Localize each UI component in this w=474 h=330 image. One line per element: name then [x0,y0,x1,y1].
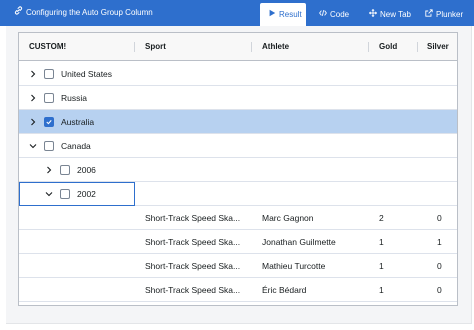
cell-sport: Short-Track Speed Ska... [145,285,241,295]
cell-athlete: Éric Bédard [262,285,307,295]
tab-plunker-label: Plunker [436,10,464,19]
chevron-right-icon[interactable] [45,166,53,174]
header-silver[interactable]: Silver [427,33,457,61]
tab-code[interactable]: Code [311,3,357,26]
link-icon [14,0,23,26]
group-label: Australia [61,117,95,127]
header-custom[interactable]: CUSTOM! [19,33,135,61]
row-checkbox[interactable] [60,189,70,199]
cell-silver: 1 [437,237,442,247]
chevron-right-icon[interactable] [29,118,37,126]
row-checkbox[interactable] [60,165,70,175]
group-row-australia[interactable]: Australia [19,110,457,134]
tab-result-label: Result [279,10,302,19]
row-checkbox[interactable] [44,93,54,103]
cell-athlete: Mathieu Turcotte [262,261,326,271]
chevron-right-icon[interactable] [29,70,37,78]
group-row-canada[interactable]: Canada [19,134,457,158]
group-label: Russia [61,93,87,103]
cell-sport: Short-Track Speed Ska... [145,213,241,223]
chevron-down-icon[interactable] [29,142,37,150]
header-athlete[interactable]: Athlete [252,33,369,61]
tab-new-tab[interactable]: New Tab [361,3,419,26]
table-row[interactable]: Short-Track Speed Ska... Éric Bédard 1 0 [19,278,457,302]
table-row[interactable]: Short-Track Speed Ska... Mathieu Turcott… [19,254,457,278]
external-link-icon [425,4,433,25]
group-label: 2002 [77,189,96,199]
code-icon [319,4,327,25]
grid-header: CUSTOM! Sport Athlete Gold Silver [19,33,457,61]
group-row-2006[interactable]: 2006 [19,158,457,182]
cell-gold: 1 [379,261,384,271]
cell-athlete: Jonathan Guilmette [262,237,336,247]
cell-gold: 1 [379,285,384,295]
cell-athlete: Marc Gagnon [262,213,314,223]
group-label: 2006 [77,165,96,175]
tab-code-label: Code [330,10,350,19]
group-label: Canada [61,141,91,151]
row-checkbox[interactable] [44,69,54,79]
row-checkbox-checked[interactable] [44,117,54,127]
header-sport[interactable]: Sport [135,33,252,61]
cell-silver: 0 [437,285,442,295]
play-icon [268,4,276,25]
chevron-right-icon[interactable] [29,94,37,102]
header-separator[interactable] [417,42,418,52]
chevron-down-icon[interactable] [45,190,53,198]
header-gold[interactable]: Gold [369,33,417,61]
cell-silver: 0 [437,261,442,271]
cell-sport: Short-Track Speed Ska... [145,261,241,271]
cell-sport: Short-Track Speed Ska... [145,237,241,247]
group-row-russia[interactable]: Russia [19,86,457,110]
move-icon [369,4,377,25]
cell-gold: 2 [379,213,384,223]
cell-gold: 1 [379,237,384,247]
row-checkbox[interactable] [44,141,54,151]
top-bar: Configuring the Auto Group Column Result… [0,0,474,26]
tab-new-tab-label: New Tab [380,10,411,19]
group-row-united-states[interactable]: United States [19,62,457,86]
tab-result[interactable]: Result [260,3,306,26]
example-title-text: Configuring the Auto Group Column [26,8,153,17]
data-grid: CUSTOM! Sport Athlete Gold Silver United… [18,32,458,306]
group-label: United States [61,69,113,79]
tab-plunker[interactable]: Plunker [417,3,471,26]
cell-silver: 0 [437,213,442,223]
group-row-2002[interactable]: 2002 [19,182,457,206]
example-title: Configuring the Auto Group Column [14,0,153,26]
table-row[interactable]: Short-Track Speed Ska... Jonathan Guilme… [19,230,457,254]
table-row[interactable]: Short-Track Speed Ska... Marc Gagnon 2 0 [19,206,457,230]
